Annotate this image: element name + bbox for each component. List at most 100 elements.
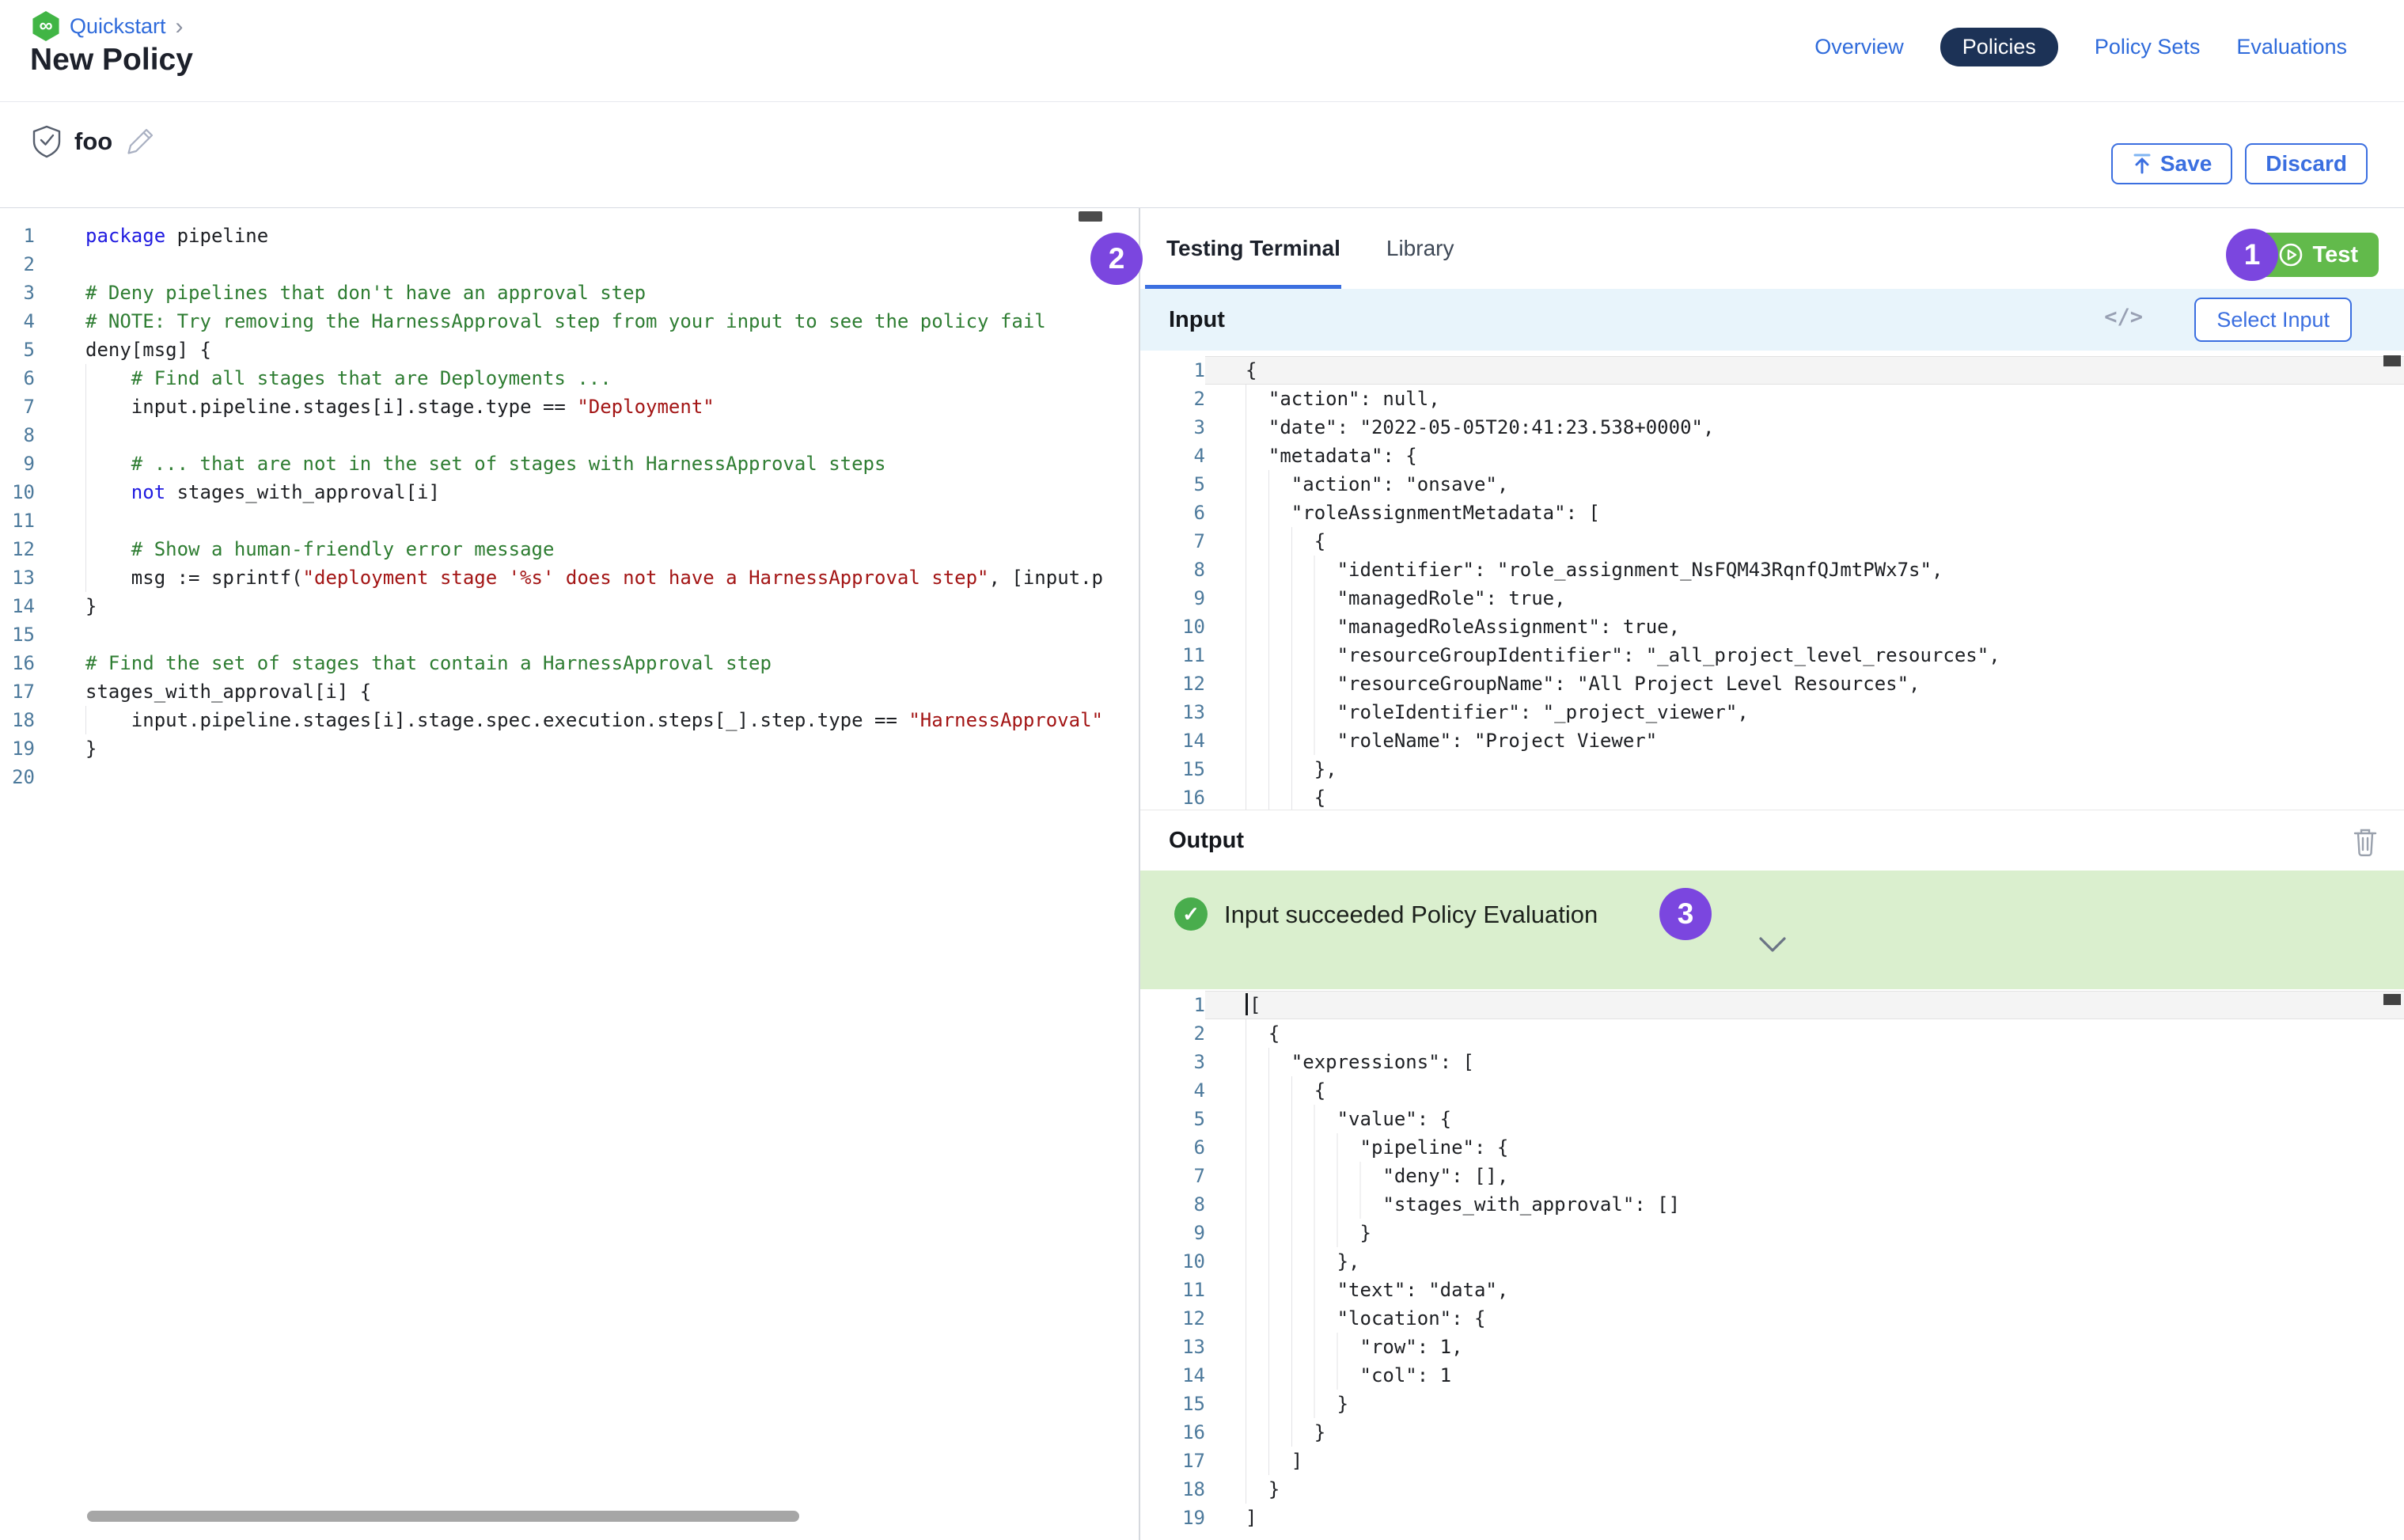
line-number: 13: [0, 563, 35, 592]
input-title: Input: [1169, 307, 1225, 333]
line-number: 15: [1140, 755, 1205, 783]
output-json-editor[interactable]: 1[2 {3 "expressions": [4 {5 "value": {6 …: [1140, 989, 2404, 1532]
code-line: 13 "row": 1,: [1140, 1333, 2404, 1361]
code-line: 7 "deny": [],: [1140, 1162, 2404, 1190]
line-number: 16: [0, 649, 35, 677]
breadcrumb-chevron-icon: ›: [176, 16, 184, 37]
chevron-down-icon[interactable]: [1756, 935, 1789, 954]
code-line: 5deny[msg] {: [0, 336, 1139, 364]
line-number: 9: [0, 449, 35, 478]
code-line: 1package pipeline: [0, 222, 1139, 250]
code-line: 2: [0, 250, 1139, 279]
save-button[interactable]: Save: [2111, 143, 2232, 184]
horizontal-scrollbar[interactable]: [87, 1511, 799, 1522]
line-number: 15: [1140, 1390, 1205, 1418]
line-number: 2: [1140, 385, 1205, 413]
line-number: 5: [1140, 1105, 1205, 1133]
code-line: 9 "managedRole": true,: [1140, 584, 2404, 613]
code-line: 11 "text": "data",: [1140, 1276, 2404, 1304]
line-number: 10: [0, 478, 35, 506]
page-header: ∞ Quickstart › New Policy Overview Polic…: [0, 0, 2404, 101]
line-number: 1: [1140, 356, 1205, 385]
code-line: 1[: [1140, 991, 2404, 1019]
code-line: 3# Deny pipelines that don't have an app…: [0, 279, 1139, 307]
scrollbar-thumb[interactable]: [2383, 355, 2401, 366]
nav-tab-policies[interactable]: Policies: [1940, 28, 2058, 66]
line-number: 4: [0, 307, 35, 336]
line-number: 19: [1140, 1504, 1205, 1532]
code-line: 8 "stages_with_approval": []: [1140, 1190, 2404, 1219]
line-number: 20: [0, 763, 35, 791]
line-number: 2: [0, 250, 35, 279]
code-line: 14 "col": 1: [1140, 1361, 2404, 1390]
policy-code-editor[interactable]: 1package pipeline23# Deny pipelines that…: [0, 208, 1139, 791]
upload-icon: [2132, 153, 2152, 175]
play-icon: [2278, 242, 2304, 267]
line-number: 4: [1140, 1076, 1205, 1105]
code-line: 8 "identifier": "role_assignment_NsFQM43…: [1140, 556, 2404, 584]
tab-library[interactable]: Library: [1386, 236, 1454, 261]
code-line: 12 "resourceGroupName": "All Project Lev…: [1140, 669, 2404, 698]
nav-tab-evaluations[interactable]: Evaluations: [2236, 35, 2347, 59]
line-number: 11: [0, 506, 35, 535]
nav-tab-policy-sets[interactable]: Policy Sets: [2095, 35, 2201, 59]
line-number: 10: [1140, 1247, 1205, 1276]
code-line: 13 "roleIdentifier": "_project_viewer",: [1140, 698, 2404, 726]
input-json-editor[interactable]: 1{2 "action": null,3 "date": "2022-05-05…: [1140, 351, 2404, 810]
line-number: 8: [1140, 556, 1205, 584]
line-number: 14: [1140, 726, 1205, 755]
code-line: 16 {: [1140, 783, 2404, 810]
terminal-tabs: Testing Terminal Library Test: [1140, 208, 2404, 289]
code-line: 7 input.pipeline.stages[i].stage.type ==…: [0, 393, 1139, 421]
line-number: 16: [1140, 783, 1205, 810]
line-number: 2: [1140, 1019, 1205, 1048]
code-line: 5 "action": "onsave",: [1140, 470, 2404, 499]
code-line: 10 not stages_with_approval[i]: [0, 478, 1139, 506]
line-number: 3: [1140, 1048, 1205, 1076]
discard-button-label: Discard: [2266, 151, 2347, 176]
evaluation-status-text: Input succeeded Policy Evaluation: [1224, 899, 1598, 931]
input-editor-container: 1{2 "action": null,3 "date": "2022-05-05…: [1140, 351, 2404, 810]
code-line: 9 }: [1140, 1219, 2404, 1247]
code-line: 20: [0, 763, 1139, 791]
line-number: 1: [0, 222, 35, 250]
code-line: 18 input.pipeline.stages[i].stage.spec.e…: [0, 706, 1139, 734]
tab-testing-terminal[interactable]: Testing Terminal: [1166, 236, 1340, 261]
discard-button[interactable]: Discard: [2245, 143, 2368, 184]
code-line: 12 "location": {: [1140, 1304, 2404, 1333]
nav-tab-overview[interactable]: Overview: [1814, 35, 1904, 59]
code-line: 16# Find the set of stages that contain …: [0, 649, 1139, 677]
output-section-header: Output: [1140, 810, 2404, 871]
code-line: 13 msg := sprintf("deployment stage '%s'…: [0, 563, 1139, 592]
line-number: 7: [1140, 1162, 1205, 1190]
code-line: 6 "roleAssignmentMetadata": [: [1140, 499, 2404, 527]
select-input-button[interactable]: Select Input: [2194, 298, 2352, 342]
code-line: 16 }: [1140, 1418, 2404, 1447]
line-number: 17: [0, 677, 35, 706]
code-line: 7 {: [1140, 527, 2404, 556]
code-view-icon[interactable]: </>: [2104, 305, 2143, 329]
code-line: 8: [0, 421, 1139, 449]
line-number: 4: [1140, 442, 1205, 470]
annotation-badge-2: 2: [1090, 233, 1143, 285]
line-number: 8: [1140, 1190, 1205, 1219]
line-number: 14: [1140, 1361, 1205, 1390]
project-logo-icon: ∞: [32, 11, 60, 41]
annotation-badge-1: 1: [2226, 229, 2278, 281]
breadcrumb-project-link[interactable]: Quickstart: [70, 14, 166, 39]
line-number: 6: [0, 364, 35, 393]
text-cursor: [1246, 993, 1248, 1015]
code-line: 6 # Find all stages that are Deployments…: [0, 364, 1139, 393]
scrollbar-thumb[interactable]: [2383, 994, 2401, 1005]
line-number: 1: [1140, 991, 1205, 1019]
line-number: 16: [1140, 1418, 1205, 1447]
line-number: 10: [1140, 613, 1205, 641]
code-line: 4 "metadata": {: [1140, 442, 2404, 470]
edit-name-icon[interactable]: [125, 124, 157, 159]
scrollbar-thumb[interactable]: [1079, 211, 1102, 222]
trash-icon[interactable]: [2352, 826, 2379, 856]
line-number: 18: [1140, 1475, 1205, 1504]
code-line: 6 "pipeline": {: [1140, 1133, 2404, 1162]
line-number: 11: [1140, 641, 1205, 669]
code-line: 15: [0, 620, 1139, 649]
